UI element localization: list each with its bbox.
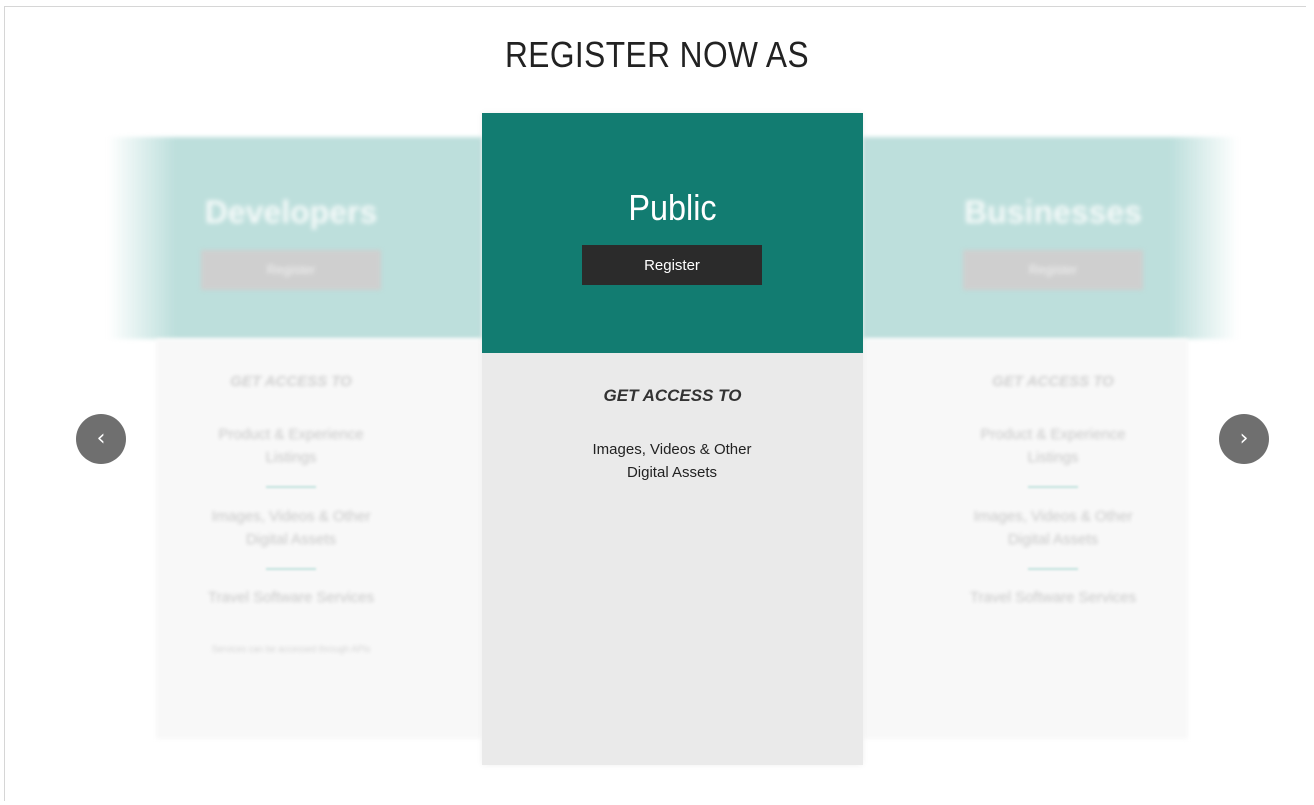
divider xyxy=(266,568,316,570)
card-businesses-item: Product & Experience Listings xyxy=(980,426,1126,466)
register-button[interactable]: Register xyxy=(582,245,762,285)
card-businesses-title: Businesses xyxy=(964,194,1142,230)
chevron-left-icon: ‹ xyxy=(96,426,106,451)
card-businesses-item: Images, Videos & Other Digital Assets xyxy=(973,508,1133,548)
card-businesses-access-title: GET ACCESS TO xyxy=(992,373,1114,390)
card-developers-item: Travel Software Services xyxy=(207,589,375,606)
card-public-header: Public Register xyxy=(482,113,863,353)
carousel-prev-button[interactable]: ‹ xyxy=(76,414,126,464)
card-businesses-item: Travel Software Services xyxy=(969,589,1137,606)
card-developers-access-title: GET ACCESS TO xyxy=(230,373,352,390)
card-developers-item: Product & Experience Listings xyxy=(218,426,364,466)
page-title: REGISTER NOW AS xyxy=(504,34,810,75)
access-title: GET ACCESS TO xyxy=(603,386,742,405)
carousel-next-button[interactable]: › xyxy=(1219,414,1269,464)
chevron-right-icon: › xyxy=(1239,426,1249,451)
divider xyxy=(1028,568,1078,570)
card-developers-header xyxy=(108,137,482,339)
divider xyxy=(266,486,316,488)
card-public-body: GET ACCESS TO Images, Videos & Other Dig… xyxy=(482,353,863,765)
card-public-title: Public xyxy=(628,187,717,228)
card-public: Public Register GET ACCESS TO Images, Vi… xyxy=(482,113,863,765)
divider xyxy=(1028,486,1078,488)
card-businesses-register-button[interactable]: Register xyxy=(963,250,1143,290)
card-developers-register-button[interactable]: Register xyxy=(201,250,381,290)
card-developers-item: Images, Videos & Other Digital Assets xyxy=(211,508,371,548)
card-businesses-header xyxy=(863,137,1238,339)
access-item: Images, Videos & Other Digital Assets xyxy=(592,441,752,481)
card-developers-title: Developers xyxy=(204,194,378,230)
card-developers-footnote: Services can be accessed through APIs xyxy=(211,644,371,654)
